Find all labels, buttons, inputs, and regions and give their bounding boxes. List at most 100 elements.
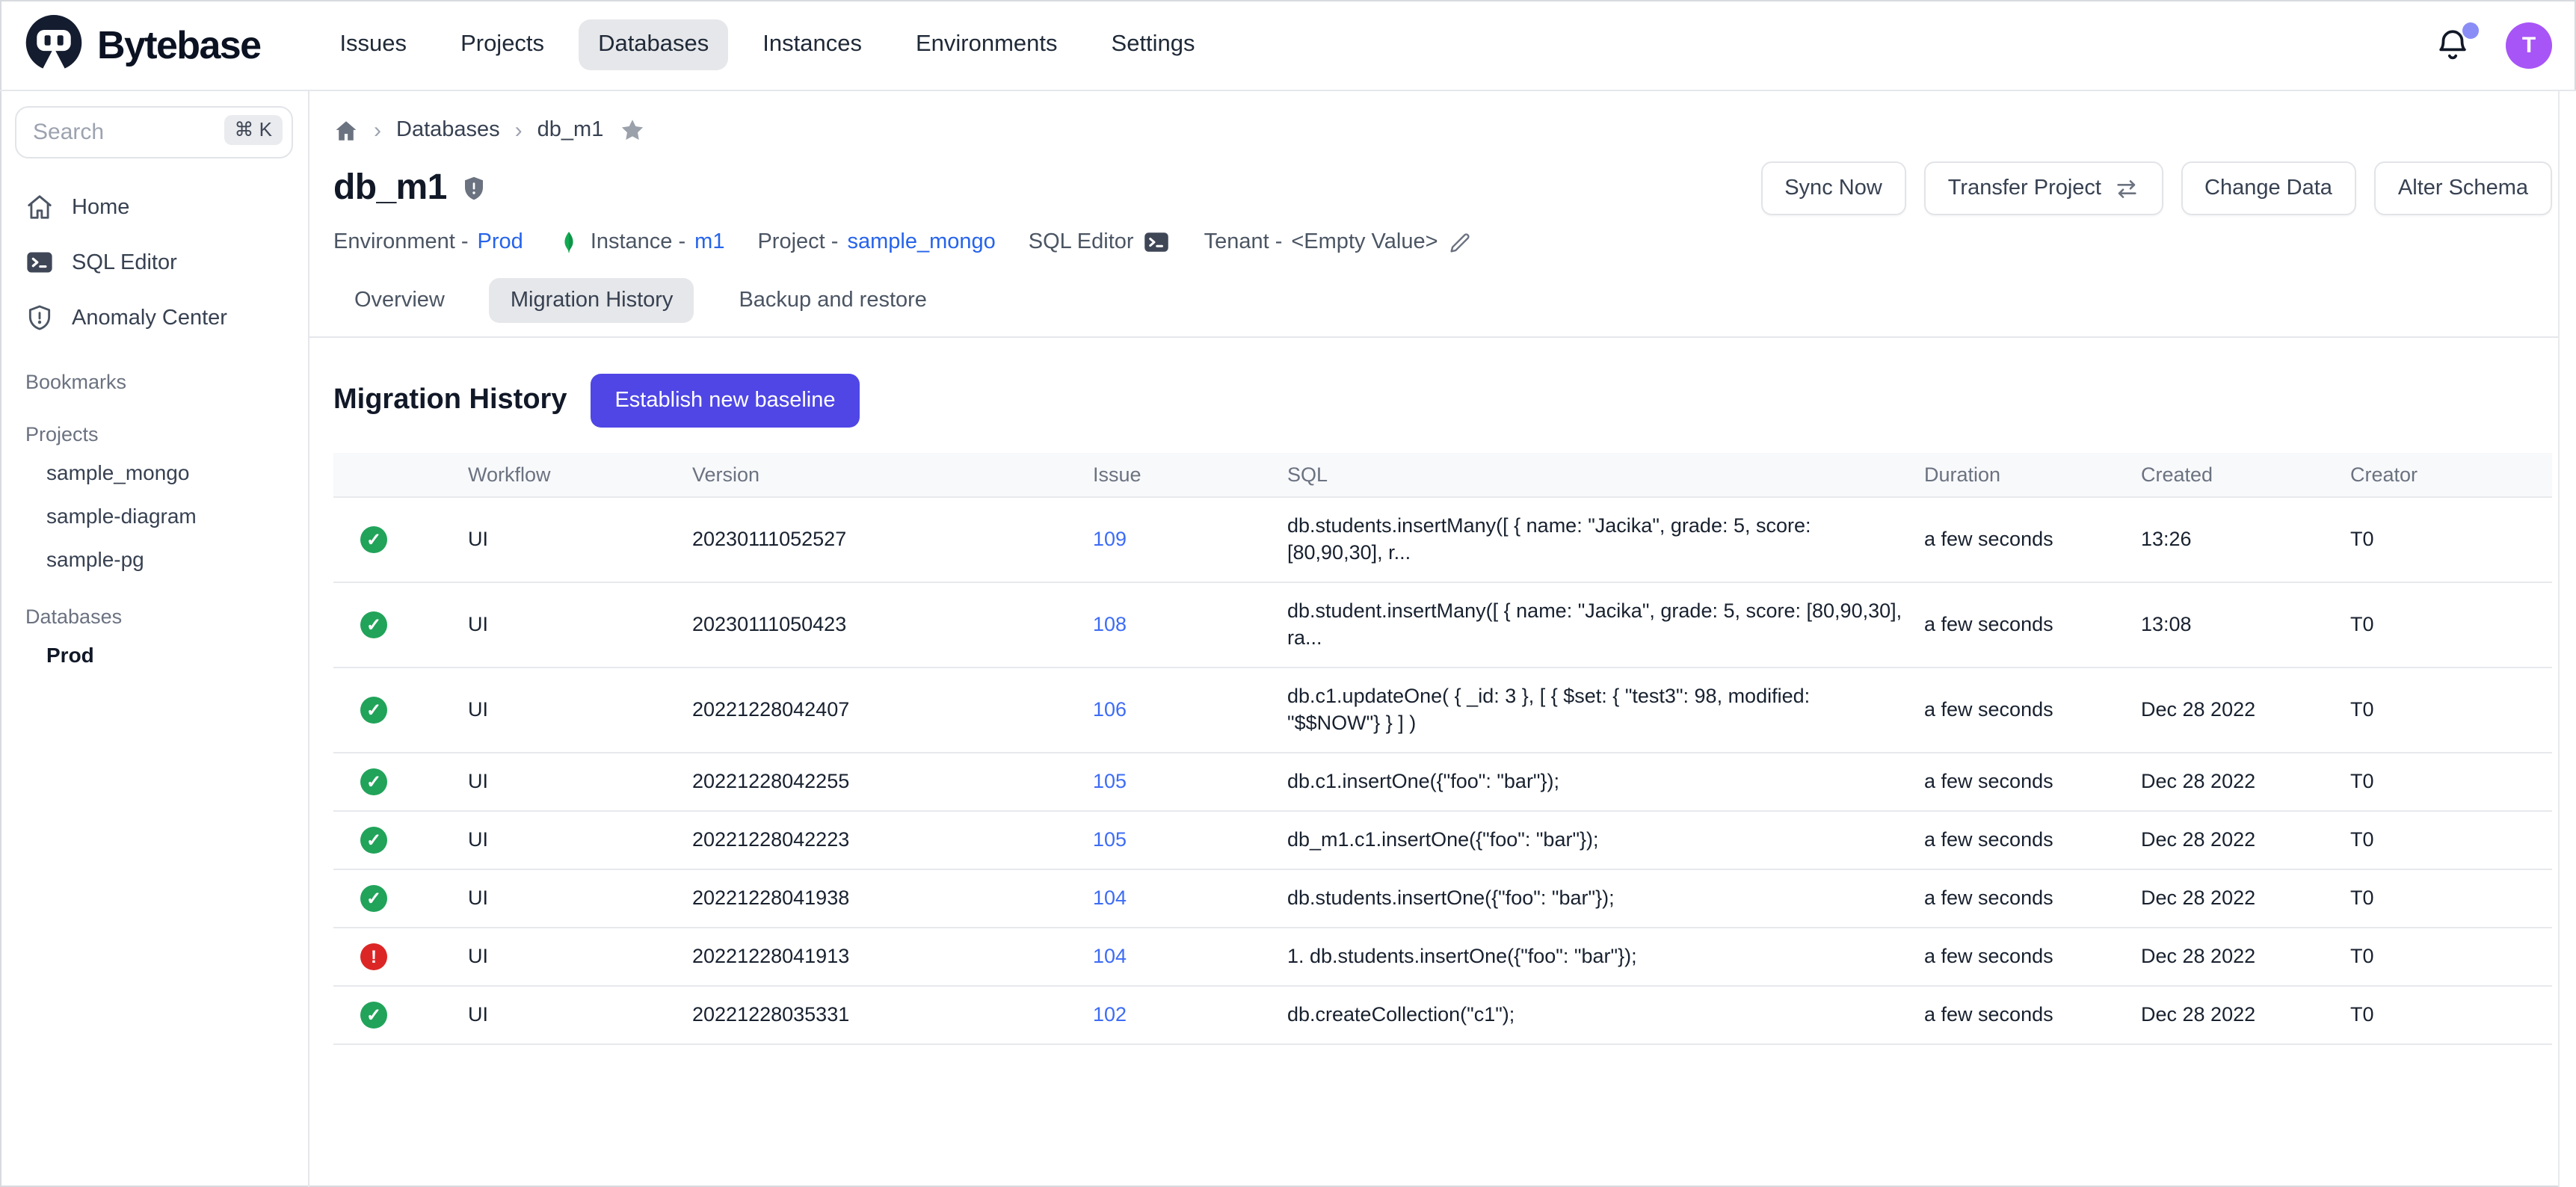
nav-item-environments[interactable]: Environments (896, 19, 1077, 70)
table-row[interactable]: ✓ UI 20221228042255 105 db.c1.insertOne(… (333, 753, 2552, 811)
issue-link[interactable]: 108 (1093, 613, 1127, 635)
search-shortcut-badge: ⌘ K (224, 115, 283, 145)
created-cell: Dec 28 2022 (2141, 928, 2350, 986)
tab-backup-and-restore[interactable]: Backup and restore (718, 278, 948, 323)
tab-overview[interactable]: Overview (333, 278, 466, 323)
tenant-label: Tenant - (1204, 230, 1283, 254)
breadcrumb-item-db-m1[interactable]: db_m1 (537, 118, 604, 142)
workflow-cell: UI (468, 986, 692, 1044)
workflow-cell: UI (468, 811, 692, 869)
table-row[interactable]: ! UI 20221228041913 104 1. db.students.i… (333, 928, 2552, 986)
workflow-cell: UI (468, 582, 692, 668)
establish-new-baseline-button[interactable]: Establish new baseline (591, 374, 859, 428)
version-cell: 20230111052527 (692, 497, 1093, 582)
bytebase-logo-icon (24, 13, 84, 76)
duration-cell: a few seconds (1924, 497, 2141, 582)
breadcrumb-item-databases[interactable]: Databases (396, 118, 500, 142)
project-meta: Project - sample_mongo (757, 230, 995, 254)
sidebar-item-label: SQL Editor (72, 250, 177, 274)
created-cell: Dec 28 2022 (2141, 986, 2350, 1044)
column-header-creator: Creator (2350, 453, 2552, 497)
brand-name: Bytebase (97, 22, 260, 68)
table-row[interactable]: ✓ UI 20221228042407 106 db.c1.updateOne(… (333, 668, 2552, 753)
status-success-icon: ✓ (360, 885, 387, 912)
sidebar-item-anomaly-center[interactable]: Anomaly Center (0, 290, 308, 345)
sql-cell: db.students.insertMany([ { name: "Jacika… (1287, 497, 1924, 582)
issue-link[interactable]: 105 (1093, 770, 1127, 792)
version-cell: 20221228042407 (692, 668, 1093, 753)
change-data-button[interactable]: Change Data (2181, 161, 2356, 215)
breadcrumb-home-icon[interactable] (333, 117, 359, 143)
sync-now-button[interactable]: Sync Now (1760, 161, 1906, 215)
nav-item-issues[interactable]: Issues (320, 19, 426, 70)
issue-link[interactable]: 104 (1093, 945, 1127, 967)
tenant-meta: Tenant - <Empty Value> (1204, 229, 1473, 255)
nav-item-settings[interactable]: Settings (1092, 19, 1215, 70)
environment-label: Environment - (333, 230, 469, 254)
project-link[interactable]: sample_mongo (847, 230, 995, 254)
sidebar-database-prod[interactable]: Prod (0, 632, 308, 676)
sidebar-item-sql-editor[interactable]: SQL Editor (0, 235, 308, 290)
database-tabs: Overview Migration History Backup and re… (333, 278, 2552, 336)
sidebar-section-projects: Projects (0, 417, 308, 450)
table-row[interactable]: ✓ UI 20230111050423 108 db.student.inser… (333, 582, 2552, 668)
nav-item-instances[interactable]: Instances (743, 19, 881, 70)
creator-cell: T0 (2350, 986, 2552, 1044)
avatar[interactable]: T (2506, 22, 2552, 69)
sql-editor-icon (1143, 229, 1171, 256)
creator-cell: T0 (2350, 811, 2552, 869)
status-success-icon: ✓ (360, 611, 387, 638)
nav-item-projects[interactable]: Projects (441, 19, 564, 70)
sql-cell: db.c1.insertOne({"foo": "bar"}); (1287, 753, 1924, 811)
project-label: Project - (757, 230, 838, 254)
notifications-button[interactable] (2434, 26, 2473, 65)
sidebar-item-home[interactable]: Home (0, 179, 308, 235)
sql-cell: db.c1.updateOne( { _id: 3 }, [ { $set: {… (1287, 668, 1924, 753)
transfer-project-button[interactable]: Transfer Project (1924, 161, 2163, 215)
bytebase-logo[interactable]: Bytebase (24, 13, 260, 76)
table-row[interactable]: ✓ UI 20221228042223 105 db_m1.c1.insertO… (333, 811, 2552, 869)
table-row[interactable]: ✓ UI 20221228041938 104 db.students.inse… (333, 869, 2552, 928)
edit-pencil-icon[interactable] (1447, 229, 1473, 255)
duration-cell: a few seconds (1924, 811, 2141, 869)
sidebar-project-sample-diagram[interactable]: sample-diagram (0, 493, 308, 537)
sidebar-project-sample-mongo[interactable]: sample_mongo (0, 450, 308, 493)
instance-link[interactable]: m1 (694, 230, 724, 254)
tabs-divider (309, 336, 2576, 338)
top-navigation-bar: Bytebase Issues Projects Databases Insta… (0, 0, 2576, 91)
sidebar-project-sample-pg[interactable]: sample-pg (0, 537, 308, 580)
issue-link[interactable]: 102 (1093, 1003, 1127, 1026)
version-cell: 20221228041938 (692, 869, 1093, 928)
sidebar-item-label: Anomaly Center (72, 306, 227, 330)
tab-migration-history[interactable]: Migration History (490, 278, 694, 323)
table-row[interactable]: ✓ UI 20230111052527 109 db.students.inse… (333, 497, 2552, 582)
nav-item-databases[interactable]: Databases (579, 19, 728, 70)
page-scrollbar[interactable] (2558, 91, 2576, 1187)
created-cell: 13:08 (2141, 582, 2350, 668)
column-header-sql: SQL (1287, 453, 1924, 497)
issue-link[interactable]: 104 (1093, 887, 1127, 909)
environment-meta: Environment - Prod (333, 230, 523, 254)
duration-cell: a few seconds (1924, 753, 2141, 811)
duration-cell: a few seconds (1924, 582, 2141, 668)
transfer-arrows-icon (2113, 176, 2139, 201)
environment-link[interactable]: Prod (478, 230, 523, 254)
migration-history-table: Workflow Version Issue SQL Duration Crea… (333, 453, 2552, 1045)
alter-schema-button[interactable]: Alter Schema (2374, 161, 2552, 215)
column-header-created: Created (2141, 453, 2350, 497)
bookmark-star-icon[interactable] (618, 117, 645, 144)
issue-link[interactable]: 109 (1093, 528, 1127, 550)
sql-editor-shortcut[interactable]: SQL Editor (1029, 229, 1171, 256)
status-success-icon: ✓ (360, 526, 387, 553)
created-cell: Dec 28 2022 (2141, 869, 2350, 928)
status-success-icon: ✓ (360, 1002, 387, 1029)
sql-editor-label: SQL Editor (1029, 230, 1134, 254)
column-header-status (333, 453, 468, 497)
status-success-icon: ✓ (360, 768, 387, 795)
workflow-cell: UI (468, 928, 692, 986)
issue-link[interactable]: 105 (1093, 828, 1127, 851)
sql-cell: db.students.insertOne({"foo": "bar"}); (1287, 869, 1924, 928)
table-row[interactable]: ✓ UI 20221228035331 102 db.createCollect… (333, 986, 2552, 1044)
issue-link[interactable]: 106 (1093, 698, 1127, 721)
workflow-cell: UI (468, 753, 692, 811)
